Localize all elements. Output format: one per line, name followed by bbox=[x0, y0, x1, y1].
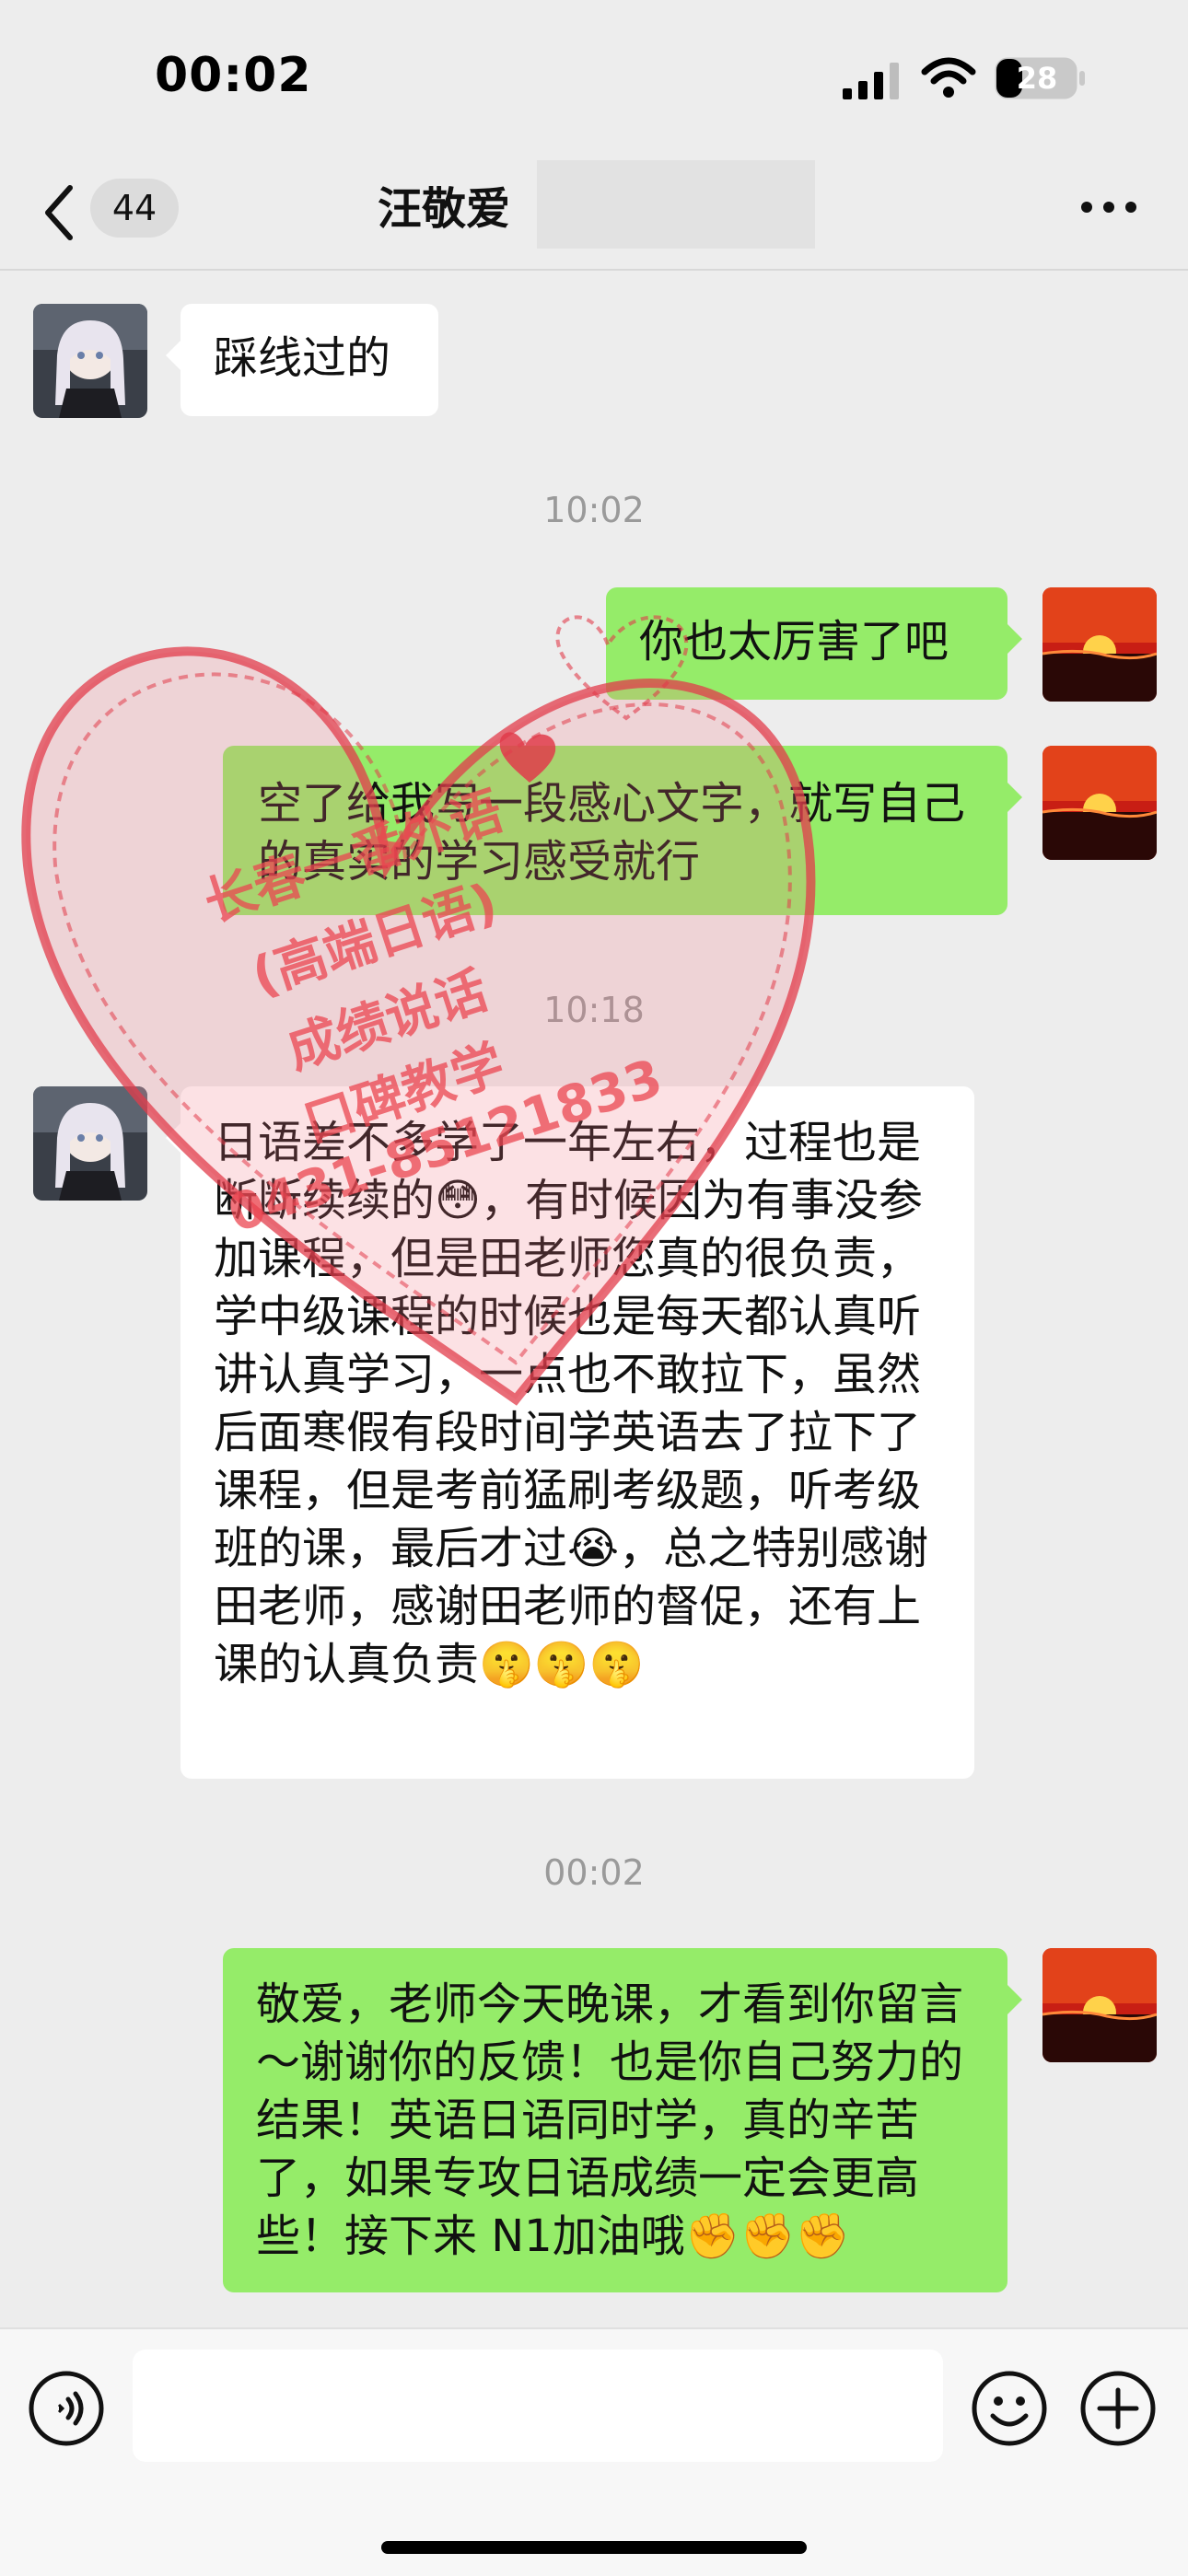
battery-level: 28 bbox=[1016, 61, 1058, 96]
message-timestamp: 10:02 bbox=[543, 490, 645, 530]
signal-icon bbox=[843, 63, 899, 99]
my-avatar[interactable] bbox=[1042, 1948, 1157, 2062]
emoji-icon[interactable] bbox=[971, 2370, 1048, 2447]
message-bubble-outgoing[interactable]: 敬爱，老师今天晚课，才看到你留言～谢谢你的反馈！也是你自己努力的结果！英语日语同… bbox=[223, 1948, 1022, 2292]
more-icon[interactable] bbox=[1079, 193, 1138, 221]
redacted-name-block bbox=[537, 160, 815, 249]
home-indicator[interactable] bbox=[381, 2541, 807, 2554]
chat-title: 汪敬爱 bbox=[378, 183, 511, 235]
status-time: 00:02 bbox=[155, 48, 312, 103]
message-bubble-incoming[interactable]: 日语差不多学了一年左右，过程也是断断续续的😳，有时候因为有事没参加课程，但是田老… bbox=[166, 1086, 974, 1779]
my-avatar[interactable] bbox=[1042, 587, 1157, 702]
contact-avatar[interactable] bbox=[33, 304, 147, 418]
voice-icon[interactable] bbox=[28, 2370, 105, 2447]
message-bubble-outgoing[interactable]: 空了给我写一段感心文字，就写自己的真实的学习感受就行 bbox=[223, 746, 1022, 915]
contact-avatar[interactable] bbox=[33, 1086, 147, 1201]
wifi-icon bbox=[921, 57, 976, 98]
message-timestamp: 00:02 bbox=[543, 1852, 645, 1893]
plus-icon[interactable] bbox=[1079, 2370, 1157, 2447]
my-avatar[interactable] bbox=[1042, 746, 1157, 860]
message-bubble-incoming[interactable]: 踩线过的 bbox=[166, 304, 438, 416]
chevron-left-icon[interactable] bbox=[41, 180, 77, 245]
chat-header: 44 汪敬爱 bbox=[0, 157, 1188, 269]
message-bubble-outgoing[interactable]: 你也太厉害了吧 bbox=[606, 587, 1022, 700]
message-timestamp: 10:18 bbox=[543, 990, 645, 1030]
input-bar bbox=[0, 2327, 1188, 2576]
message-input[interactable] bbox=[133, 2350, 943, 2462]
header-divider bbox=[0, 269, 1188, 271]
unread-count-badge[interactable]: 44 bbox=[90, 179, 179, 238]
status-bar: 00:02 28 bbox=[0, 0, 1188, 157]
